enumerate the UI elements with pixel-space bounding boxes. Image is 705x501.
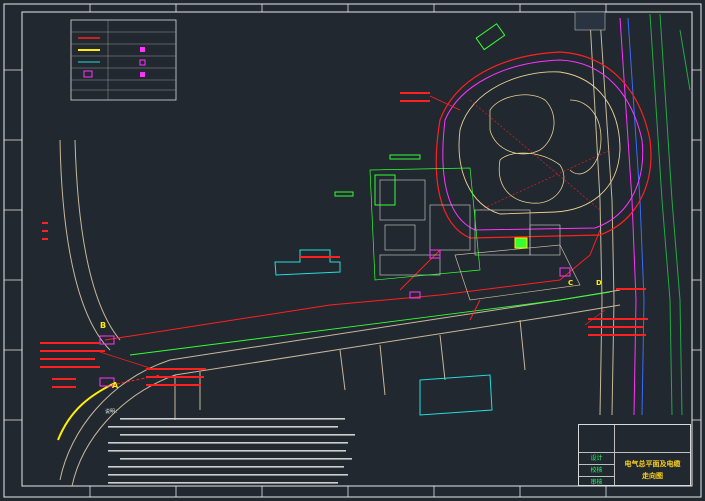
title-row-review: 审核 xyxy=(590,479,603,486)
drawing-title-line1: 电气总平面及电缆 xyxy=(624,460,681,468)
building-cluster xyxy=(369,167,581,301)
legend-symbol xyxy=(139,59,146,66)
top-right-building xyxy=(574,11,606,31)
red-leaders xyxy=(99,95,606,369)
green-blocks xyxy=(334,23,506,206)
title-row-design: 设计 xyxy=(579,453,614,465)
marker-c: C xyxy=(568,279,573,287)
transformer-station xyxy=(514,237,528,249)
equipment-boxes xyxy=(99,249,571,387)
marker-b: B xyxy=(100,321,106,330)
legend-magenta-box xyxy=(83,70,93,78)
title-row-check: 校核 xyxy=(579,465,614,477)
red-annotations xyxy=(40,92,648,388)
inner-frame xyxy=(21,11,693,487)
red-cable-route xyxy=(104,229,601,386)
drawing-title-line2: 走向图 xyxy=(642,472,663,480)
notes-text xyxy=(108,418,355,484)
park-area xyxy=(435,51,652,239)
legend-table xyxy=(70,19,177,101)
title-block: 设计 校核 审核 电气总平面及电缆 走向图 xyxy=(578,424,691,486)
right-corridor xyxy=(589,13,691,416)
legend-symbol xyxy=(140,47,145,52)
marker-a: A xyxy=(112,381,119,390)
marker-d: D xyxy=(596,279,602,287)
notes-heading: 说明： xyxy=(105,408,120,415)
legend-symbol xyxy=(140,72,145,77)
